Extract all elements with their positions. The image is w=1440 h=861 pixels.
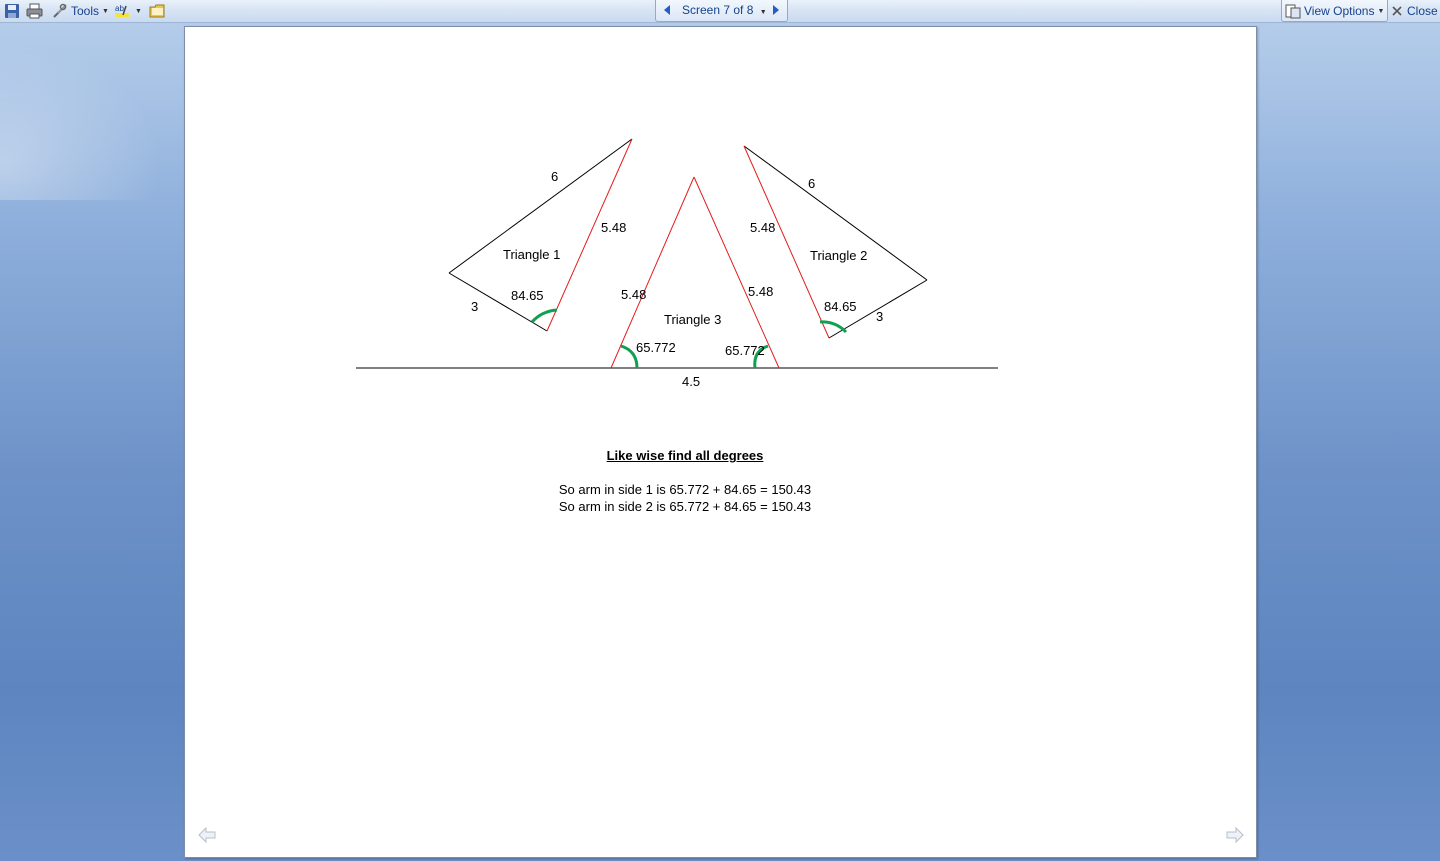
folder-icon[interactable] (149, 2, 166, 20)
triangle-2-name: Triangle 2 (810, 248, 868, 263)
triangle-1-angle: 84.65 (511, 288, 544, 303)
view-options-button[interactable]: View Options ▼ (1281, 0, 1388, 22)
tools-button[interactable]: Tools ▼ (52, 2, 109, 20)
triangle-1-top-length: 6 (551, 169, 559, 184)
spelling-button[interactable]: ab ▼ (114, 2, 142, 20)
svg-text:ab: ab (115, 4, 124, 13)
next-screen-icon[interactable] (769, 3, 783, 17)
triangle-3-left-length: 5.48 (621, 287, 647, 302)
triangle-1-right-length: 5.48 (601, 220, 627, 235)
screen-indicator-label: Screen 7 of 8 (682, 3, 754, 17)
triangle-2-angle: 84.65 (824, 299, 857, 314)
document-page: 6 5.48 Triangle 1 3 84.65 6 5.48 Triangl… (184, 26, 1257, 858)
screen-indicator[interactable]: Screen 7 of 8 ▼ (682, 3, 767, 17)
result-line-2: So arm in side 2 is 65.772 + 84.65 = 150… (558, 499, 812, 514)
triangle-2-right-length: 3 (876, 309, 884, 324)
screen-navigation: Screen 7 of 8 ▼ (655, 0, 788, 22)
spelling-icon: ab (115, 4, 129, 17)
triangle-1-side-right (546, 138, 633, 332)
print-icon[interactable] (26, 2, 43, 20)
triangle-1-left-length: 3 (471, 299, 479, 314)
triangle-3-left-angle-arc (620, 344, 639, 369)
triangle-3-left-angle: 65.772 (636, 340, 676, 355)
close-button[interactable]: Close (1390, 2, 1438, 20)
close-label: Close (1407, 4, 1438, 18)
section-heading: Like wise find all degrees (606, 448, 764, 463)
triangle-2-left-length: 5.48 (750, 220, 776, 235)
chevron-down-icon: ▼ (135, 7, 142, 15)
chevron-down-icon: ▼ (102, 7, 109, 15)
previous-page-arrow-icon[interactable] (197, 826, 217, 844)
background-sheen (0, 20, 190, 200)
triangle-3-side-right (693, 176, 780, 369)
triangle-diagram (356, 138, 998, 369)
chevron-down-icon: ▼ (1377, 7, 1385, 15)
triangle-2-top-length: 6 (808, 176, 816, 191)
triangle-2-side-left (743, 145, 830, 339)
reading-toolbar: Tools ▼ ab ▼ Screen 7 of 8 ▼ View Option… (0, 0, 1440, 23)
triangle-3-base-length: 4.5 (682, 374, 701, 389)
result-line-1: So arm in side 1 is 65.772 + 84.65 = 150… (558, 482, 812, 497)
chevron-down-icon: ▼ (759, 9, 767, 16)
view-options-label: View Options (1304, 4, 1375, 18)
triangle-3-name: Triangle 3 (664, 312, 722, 327)
save-icon[interactable] (4, 2, 20, 20)
close-icon (1392, 6, 1402, 16)
view-options-icon (1285, 4, 1301, 19)
tools-icon (53, 3, 67, 18)
next-page-arrow-icon[interactable] (1225, 826, 1245, 844)
previous-screen-icon[interactable] (660, 3, 674, 17)
triangle-1-name: Triangle 1 (503, 247, 561, 262)
triangle-3-right-angle: 65.772 (725, 343, 765, 358)
tools-label: Tools (71, 4, 100, 18)
triangle-3-right-length: 5.48 (748, 284, 774, 299)
